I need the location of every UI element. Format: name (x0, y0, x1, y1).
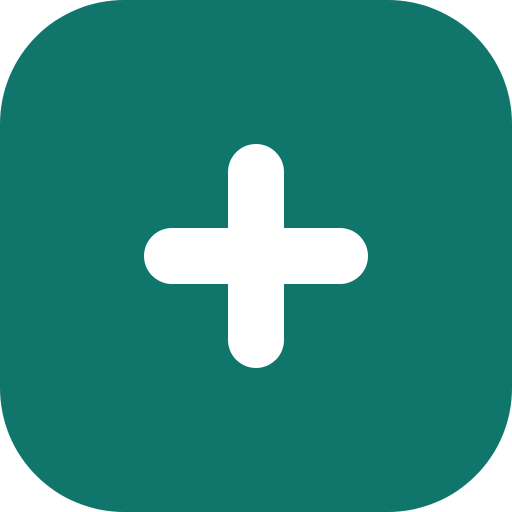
plus-icon-horizontal-bar (144, 228, 368, 284)
plus-icon (0, 0, 512, 512)
add-button[interactable] (0, 0, 512, 512)
